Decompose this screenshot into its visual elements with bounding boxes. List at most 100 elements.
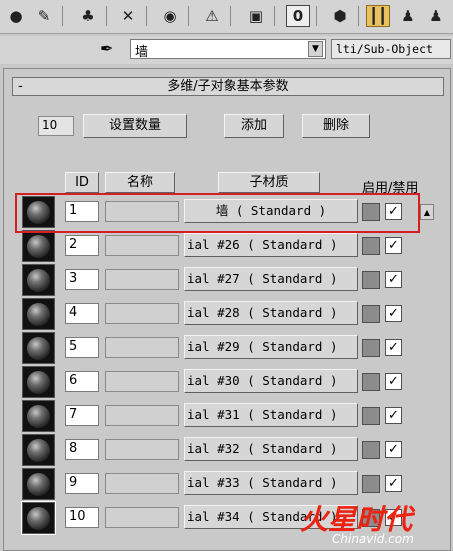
- name-field[interactable]: [105, 507, 179, 528]
- color-swatch[interactable]: [362, 373, 380, 391]
- submaterial-column-header[interactable]: 子材质: [218, 172, 320, 193]
- material-name-row: ✒ 墙 ▼ lti/Sub-Object: [0, 36, 453, 64]
- set-number-button[interactable]: 设置数量: [83, 114, 187, 138]
- name-column-header[interactable]: 名称: [105, 172, 175, 193]
- submaterial-button[interactable]: ial #33 ( Standard ): [184, 471, 358, 495]
- eyedropper-icon[interactable]: ✒: [100, 39, 113, 58]
- submaterial-button[interactable]: ial #27 ( Standard ): [184, 267, 358, 291]
- id-field[interactable]: 3: [65, 269, 99, 290]
- material-count-field[interactable]: 10: [38, 116, 74, 136]
- id-field[interactable]: 9: [65, 473, 99, 494]
- checkmark-icon: ✓: [388, 340, 399, 355]
- enable-checkbox[interactable]: ✓: [385, 237, 402, 254]
- submaterial-button[interactable]: ial #29 ( Standard ): [184, 335, 358, 359]
- highlight-box: [15, 193, 420, 233]
- delete-button[interactable]: 删除: [302, 114, 370, 138]
- toolbar-separator: [274, 6, 275, 26]
- chevron-down-icon[interactable]: ▼: [308, 41, 323, 57]
- watermark-url: Chinavid.com: [332, 532, 414, 546]
- checkmark-icon: ✓: [388, 476, 399, 491]
- scroll-up-arrow[interactable]: ▲: [420, 204, 434, 220]
- show-end-result-icon[interactable]: ┃┃: [366, 5, 390, 27]
- toolbar-separator: [316, 6, 317, 26]
- id-field[interactable]: 5: [65, 337, 99, 358]
- enable-checkbox[interactable]: ✓: [385, 373, 402, 390]
- toolbar-separator: [106, 6, 107, 26]
- material-id-channel-label: 0: [292, 7, 304, 25]
- material-sample-sphere[interactable]: [22, 400, 55, 432]
- color-swatch[interactable]: [362, 339, 380, 357]
- name-field[interactable]: [105, 269, 179, 290]
- name-field[interactable]: [105, 235, 179, 256]
- checkmark-icon: ✓: [388, 442, 399, 457]
- make-unique-icon[interactable]: ⚠: [200, 5, 224, 27]
- id-column-header[interactable]: ID: [65, 172, 99, 193]
- material-sample-sphere[interactable]: [21, 501, 56, 535]
- material-id-channel-icon[interactable]: 0: [286, 5, 310, 27]
- submaterial-button[interactable]: ial #28 ( Standard ): [184, 301, 358, 325]
- make-copy-icon[interactable]: ◉: [158, 5, 182, 27]
- rollout-title: 多维/子对象基本参数: [167, 79, 289, 94]
- put-to-library-icon[interactable]: ▣: [244, 5, 268, 27]
- material-type-button[interactable]: lti/Sub-Object: [331, 39, 451, 59]
- go-forward-sibling-icon[interactable]: ♟: [424, 5, 448, 27]
- add-button[interactable]: 添加: [224, 114, 284, 138]
- rollout-header[interactable]: - 多维/子对象基本参数: [12, 77, 444, 96]
- name-field[interactable]: [105, 473, 179, 494]
- id-field[interactable]: 2: [65, 235, 99, 256]
- material-sample-sphere[interactable]: [22, 332, 55, 364]
- color-swatch[interactable]: [362, 271, 380, 289]
- watermark: 火星时代 Chinavid.com: [300, 498, 450, 548]
- name-field[interactable]: [105, 303, 179, 324]
- name-field[interactable]: [105, 405, 179, 426]
- toolbar-separator: [188, 6, 189, 26]
- color-swatch[interactable]: [362, 441, 380, 459]
- submaterial-row: 4 ial #28 ( Standard ) ✓: [4, 297, 444, 330]
- submaterial-button[interactable]: ial #32 ( Standard ): [184, 437, 358, 461]
- submaterial-button[interactable]: ial #31 ( Standard ): [184, 403, 358, 427]
- material-sample-sphere[interactable]: [22, 230, 55, 262]
- material-sample-sphere[interactable]: [22, 468, 55, 500]
- enable-checkbox[interactable]: ✓: [385, 407, 402, 424]
- color-swatch[interactable]: [362, 475, 380, 493]
- toolbar-separator: [358, 6, 359, 26]
- color-swatch[interactable]: [362, 407, 380, 425]
- get-material-icon[interactable]: ●: [4, 5, 28, 27]
- toolbar-separator: [146, 6, 147, 26]
- enable-checkbox[interactable]: ✓: [385, 475, 402, 492]
- show-map-icon[interactable]: ⬢: [328, 5, 352, 27]
- material-sample-sphere[interactable]: [22, 366, 55, 398]
- checkmark-icon: ✓: [388, 238, 399, 253]
- put-to-scene-icon[interactable]: ✎: [32, 5, 56, 27]
- reset-icon[interactable]: ✕: [116, 5, 140, 27]
- id-field[interactable]: 4: [65, 303, 99, 324]
- material-sample-sphere[interactable]: [22, 264, 55, 296]
- enable-checkbox[interactable]: ✓: [385, 305, 402, 322]
- submaterial-button[interactable]: ial #30 ( Standard ): [184, 369, 358, 393]
- toolbar-separator: [230, 6, 231, 26]
- name-field[interactable]: [105, 439, 179, 460]
- assign-material-icon[interactable]: ♣: [76, 5, 100, 27]
- id-field[interactable]: 10: [65, 507, 99, 528]
- id-field[interactable]: 8: [65, 439, 99, 460]
- color-swatch[interactable]: [362, 305, 380, 323]
- name-field[interactable]: [105, 371, 179, 392]
- name-field[interactable]: [105, 337, 179, 358]
- enable-checkbox[interactable]: ✓: [385, 271, 402, 288]
- enable-checkbox[interactable]: ✓: [385, 441, 402, 458]
- checkmark-icon: ✓: [388, 408, 399, 423]
- id-field[interactable]: 6: [65, 371, 99, 392]
- go-to-parent-icon[interactable]: ♟: [396, 5, 420, 27]
- material-editor-toolbar: ● ✎ ♣ ✕ ◉ ⚠ ▣ 0 ⬢ ┃┃ ♟ ♟: [0, 0, 453, 34]
- submaterial-row: 8 ial #32 ( Standard ) ✓: [4, 433, 444, 466]
- enable-checkbox[interactable]: ✓: [385, 339, 402, 356]
- id-field[interactable]: 7: [65, 405, 99, 426]
- color-swatch[interactable]: [362, 237, 380, 255]
- rollout-toggle[interactable]: -: [18, 78, 23, 95]
- submaterial-row: 6 ial #30 ( Standard ) ✓: [4, 365, 444, 398]
- checkmark-icon: ✓: [388, 374, 399, 389]
- material-sample-sphere[interactable]: [22, 434, 55, 466]
- material-sample-sphere[interactable]: [22, 298, 55, 330]
- material-name-field[interactable]: 墙: [130, 39, 326, 60]
- submaterial-button[interactable]: ial #26 ( Standard ): [184, 233, 358, 257]
